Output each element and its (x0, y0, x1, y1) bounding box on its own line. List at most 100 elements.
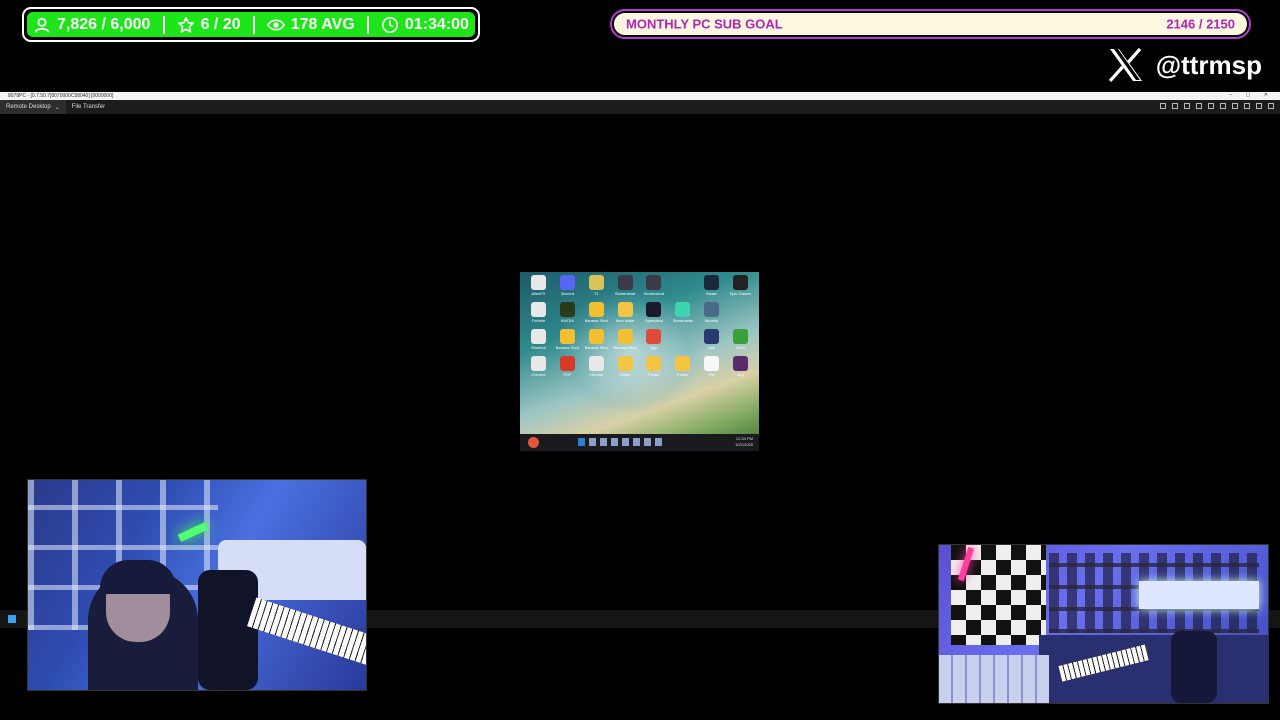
desktop-icon[interactable]: App (726, 356, 755, 377)
desktop-icon[interactable]: AlienFX (524, 275, 553, 296)
desktop-icon-label: File (708, 372, 715, 377)
desktop-icon[interactable]: Epic Games (726, 275, 755, 296)
desktop-icon-glyph (617, 302, 633, 317)
star-goal-stat: 6 / 20 (177, 16, 241, 34)
desktop-icon-glyph (646, 329, 662, 344)
more-icon[interactable] (1268, 103, 1274, 109)
more-icon[interactable] (655, 438, 662, 446)
desktop-icon-glyph (530, 329, 546, 344)
desktop-icon-label: Epic Games (729, 291, 752, 296)
desktop-icon-label: Steam (705, 291, 718, 296)
desktop-icon-label: App (737, 372, 745, 377)
desktop-icon[interactable]: Chrome (582, 356, 611, 377)
desktop-icon[interactable]: Folder (668, 356, 697, 377)
social-handle: @ttrmsp (1108, 47, 1262, 83)
desktop-icon[interactable]: Folder (640, 356, 669, 377)
stats-divider (366, 15, 369, 34)
desktop-icon-glyph (588, 356, 604, 371)
desktop-icon[interactable]: Banana Shot (553, 329, 582, 350)
sub-goal-count: 2146 / 2150 (1166, 16, 1235, 32)
search-icon[interactable] (589, 438, 596, 446)
desktop-icon-label: Screenshot (643, 291, 665, 296)
desktop-icon-glyph (733, 302, 748, 317)
desktop-icon[interactable]: Monitor (697, 302, 726, 323)
desktop-icon[interactable]: Screenshot (611, 275, 640, 296)
monitor-icon[interactable] (1244, 103, 1250, 109)
tab-remote-desktop[interactable]: Remote Desktop ⌄ (0, 100, 66, 114)
task-view-icon[interactable] (600, 438, 607, 446)
social-handle-text: @ttrmsp (1155, 49, 1262, 80)
desktop-icon-glyph (617, 356, 633, 371)
remote-clock[interactable]: 12:34 PM 10/1/2025 (735, 436, 753, 448)
tools-icon[interactable] (1184, 103, 1190, 109)
settings-icon[interactable] (633, 438, 640, 446)
desktop-icon-glyph (559, 356, 575, 371)
settings-icon[interactable] (1160, 103, 1166, 109)
desktop-icon-glyph (559, 302, 575, 317)
webcam-person-cap (100, 560, 176, 594)
person-icon (34, 17, 50, 32)
desktop-icon-glyph (646, 356, 662, 371)
display-icon[interactable] (1172, 103, 1178, 109)
chat-icon[interactable] (1196, 103, 1202, 109)
desktop-icon[interactable] (668, 329, 697, 350)
keyboard-icon[interactable] (1232, 103, 1238, 109)
desktop-icon[interactable] (668, 275, 697, 296)
remote-start-icon[interactable] (528, 437, 539, 448)
app-icon[interactable] (644, 438, 651, 446)
desktop-icon[interactable]: Banana Shot (582, 329, 611, 350)
window-controls[interactable]: – ▢ ✕ (1230, 92, 1274, 98)
stats-divider (162, 15, 165, 34)
desktop-icon-label: Monitor (705, 318, 719, 323)
desktop-icon[interactable]: Shortcut (524, 329, 553, 350)
desktop-icon[interactable]: NVIDIA (553, 302, 582, 323)
chevron-down-icon[interactable]: ⌄ (55, 104, 60, 111)
desktop-icon-label: Chrome (589, 372, 604, 377)
desktop-icon[interactable]: File (697, 356, 726, 377)
desktop-icon[interactable]: Banana Shot (611, 329, 640, 350)
desktop-icon-label: Fortnite (531, 318, 546, 323)
desktop-icon[interactable]: T1 (582, 275, 611, 296)
desktop-icon[interactable]: Folder (611, 356, 640, 377)
browser-icon[interactable] (622, 438, 629, 446)
desktop-icon[interactable] (726, 302, 755, 323)
desktop-icon-label: NVIDIA (560, 318, 574, 323)
fullscreen-icon[interactable] (1256, 103, 1262, 109)
desktop-icon[interactable]: App (697, 329, 726, 350)
desktop-icon-glyph (646, 302, 662, 317)
file-explorer-icon[interactable] (611, 438, 618, 446)
desktop-icon[interactable]: Streamlabs (668, 302, 697, 323)
desktop-icon[interactable]: PDF (553, 356, 582, 377)
remote-desktop-title: 8078PC - [0.7.50.7]8070000C58040] [00000… (8, 93, 114, 99)
stream-stats-inner: 7,826 / 6,000 6 / 20 178 AVG 01:34:00 (27, 12, 475, 37)
desktop-icon-glyph (646, 275, 662, 290)
desktop-icon[interactable]: Banana Shot (582, 302, 611, 323)
remote-desktop-screen[interactable]: AlienFX Discord T1 Screenshot Screenshot Stea… (520, 272, 759, 451)
desktop-icon-glyph (733, 329, 749, 344)
desktop-icon[interactable]: Fortnite (524, 302, 553, 323)
desktop-icon-glyph (617, 329, 633, 344)
desktop-icon[interactable]: Discord (553, 275, 582, 296)
follower-goal-stat: 7,826 / 6,000 (33, 16, 150, 34)
desktop-icon[interactable]: App (640, 329, 669, 350)
tab-file-transfer[interactable]: File Transfer (66, 100, 111, 114)
remote-desktop-toolbar: Remote Desktop ⌄ File Transfer (0, 100, 1280, 114)
desktop-icon[interactable]: Screenshot (640, 275, 669, 296)
desktop-icon-label: Banana Shot (555, 345, 579, 350)
record-icon[interactable] (1220, 103, 1226, 109)
screenshot-icon[interactable] (1208, 103, 1214, 109)
desktop-icon-label: Banana Shot (584, 318, 608, 323)
desktop-icon-label: PDF (563, 372, 572, 377)
desktop-icon[interactable]: New folder (611, 302, 640, 323)
windows-start-icon[interactable] (8, 615, 16, 623)
desktop-icon[interactable]: Xbox (726, 329, 755, 350)
desktop-icon[interactable]: Steam (697, 275, 726, 296)
desktop-icon[interactable]: Speedtest (640, 302, 669, 323)
windows-start-icon[interactable] (578, 438, 585, 446)
desktop-icon-glyph (530, 275, 546, 290)
remote-taskbar-apps (578, 438, 662, 446)
desktop-icon-glyph (704, 275, 720, 290)
desktop-icon-label: Chrome (531, 372, 546, 377)
sub-goal-track: MONTHLY PC SUB GOAL 2146 / 2150 (614, 13, 1247, 35)
desktop-icon[interactable]: Chrome (524, 356, 553, 377)
